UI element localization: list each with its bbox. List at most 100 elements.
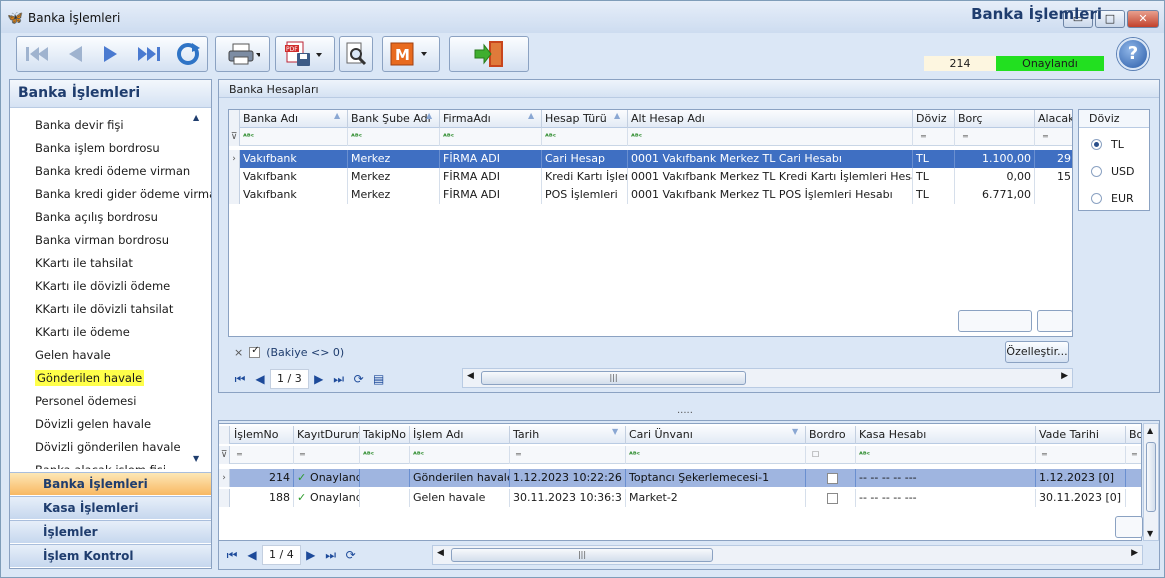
column-header[interactable]: TakipNo — [360, 426, 410, 444]
sidebar-item[interactable]: KKartı ile dövizli tahsilat — [10, 298, 211, 321]
bordro-checkbox[interactable] — [826, 472, 838, 484]
filter-cell[interactable]: ᴬᴮᶜ — [628, 128, 913, 146]
scroll-down-icon[interactable]: ▼ — [1147, 529, 1153, 538]
transactions-vscroll[interactable]: ▲ ▼ — [1143, 423, 1159, 541]
sidebar-item[interactable]: Banka devir fişi — [10, 114, 211, 137]
scroll-left-icon[interactable]: ◀ — [467, 371, 474, 381]
last-record-icon[interactable] — [134, 43, 164, 65]
filter-cell[interactable]: ═ — [510, 446, 626, 464]
filter-cell[interactable]: ═ — [231, 446, 294, 464]
refresh-icon[interactable] — [174, 42, 202, 66]
sidebar-item[interactable]: KKartı ile ödeme — [10, 321, 211, 344]
sidebar-item[interactable]: Banka alacak işlem fişi — [10, 459, 211, 469]
scroll-up-icon[interactable]: ▲ — [193, 113, 199, 122]
sidebar-item[interactable]: Banka kredi ödeme virman — [10, 160, 211, 183]
sidebar-item[interactable]: Gelen havale — [10, 344, 211, 367]
column-header[interactable]: KayıtDurumu — [294, 426, 360, 444]
sidebar-item[interactable]: Banka işlem bordrosu — [10, 137, 211, 160]
last-page-icon[interactable]: ⏭ — [329, 370, 349, 388]
column-header[interactable]: İşlemNo — [231, 426, 294, 444]
bordro-checkbox[interactable] — [826, 492, 838, 504]
column-header[interactable]: Bordro — [806, 426, 856, 444]
table-row[interactable]: 188✓ Onaylandı Gelen havale30.11.2023 10:… — [219, 489, 1141, 507]
nav-group-banka-islemleri[interactable]: Banka İşlemleri — [10, 472, 211, 495]
currency-option-usd[interactable]: USD — [1091, 165, 1135, 178]
filter-cell[interactable]: ═ — [1036, 446, 1126, 464]
next-record-icon[interactable] — [98, 43, 124, 65]
table-row[interactable]: › Vakıfbank Merkez FİRMA ADI Cari Hesap 0001 … — [229, 150, 1072, 168]
filter-cell[interactable]: ═ — [1126, 446, 1141, 464]
filter-cell[interactable]: ═ — [294, 446, 360, 464]
column-header[interactable]: Kasa Hesabı — [856, 426, 1036, 444]
filter-cell[interactable]: ᴬᴮᶜ — [626, 446, 806, 464]
accounts-hscroll[interactable]: ◀ ||| ▶ — [462, 368, 1073, 388]
filter-cell[interactable]: ═ — [913, 128, 955, 146]
sidebar-item[interactable]: Personel ödemesi — [10, 390, 211, 413]
column-header[interactable]: Alacak — [1035, 110, 1072, 128]
sidebar-item[interactable]: KKartı ile dövizli ödeme — [10, 275, 211, 298]
scroll-right-icon[interactable]: ▶ — [1061, 371, 1068, 381]
sidebar-item[interactable]: Dövizli gelen havale — [10, 413, 211, 436]
column-header[interactable]: FirmaAdı — [440, 110, 542, 128]
sidebar-item[interactable]: Dövizli gönderilen havale — [10, 436, 211, 459]
nav-group-islem-kontrol[interactable]: İşlem Kontrol — [10, 544, 211, 567]
bank-accounts-grid[interactable]: Banka Adı ▲ Bank Şube Adı ▲ FirmaAdı ▲ Hesap T… — [228, 109, 1073, 337]
table-row[interactable]: Vakıfbank Merkez FİRMA ADI Kredi Kartı İşle… — [229, 168, 1072, 186]
scroll-thumb[interactable]: ||| — [451, 548, 713, 562]
sidebar-item[interactable]: Banka virman bordrosu — [10, 229, 211, 252]
filter-cell[interactable]: ᴬᴮᶜ — [360, 446, 410, 464]
first-page-icon[interactable]: ⏮ — [222, 546, 242, 564]
first-page-icon[interactable]: ⏮ — [230, 370, 250, 388]
preview-button[interactable] — [339, 36, 373, 72]
last-page-icon[interactable]: ⏭ — [321, 546, 341, 564]
refresh-page-icon[interactable]: ⟳ — [349, 370, 369, 388]
column-header[interactable]: İşlem Adı — [410, 426, 510, 444]
filter-cell[interactable]: ᴬᴮᶜ — [542, 128, 628, 146]
currency-option-tl[interactable]: TL — [1091, 138, 1124, 151]
filter-text[interactable]: (Bakiye <> 0) — [266, 346, 344, 359]
filter-cell[interactable]: ☐ — [806, 446, 856, 464]
vscroll-thumb[interactable] — [1146, 442, 1156, 512]
export-icon[interactable]: ▤ — [369, 370, 389, 388]
table-row[interactable]: ›214✓ OnaylandıGönderilen havale1.12.202… — [219, 469, 1141, 487]
clear-filter-icon[interactable]: × — [234, 346, 243, 359]
transactions-grid[interactable]: İşlemNoKayıtDurumuTakipNoİşlem AdıTarih▼… — [219, 423, 1142, 541]
column-header[interactable]: Borç — [955, 110, 1035, 128]
nav-group-kasa-islemleri[interactable]: Kasa İşlemleri — [10, 496, 211, 519]
column-header[interactable]: Döviz — [913, 110, 955, 128]
exit-button[interactable] — [449, 36, 529, 72]
prev-page-icon[interactable]: ◀ — [242, 546, 262, 564]
column-header[interactable]: Borç — [1126, 426, 1141, 444]
filter-cell[interactable]: ᴬᴮᶜ — [348, 128, 440, 146]
column-header[interactable]: Banka Adı — [240, 110, 348, 128]
export-pdf-button[interactable]: PDF — [275, 36, 335, 72]
next-page-icon[interactable]: ▶ — [301, 546, 321, 564]
customize-button[interactable]: Özelleştir... — [1005, 341, 1069, 363]
table-row[interactable]: Vakıfbank Merkez FİRMA ADI POS İşlemleri 000… — [229, 186, 1072, 204]
close-button[interactable]: ✕ — [1127, 10, 1159, 28]
column-header[interactable]: Alt Hesap Adı — [628, 110, 913, 128]
splitter-handle[interactable]: ..... — [677, 405, 693, 416]
currency-option-eur[interactable]: EUR — [1091, 192, 1134, 205]
refresh-page-icon[interactable]: ⟳ — [341, 546, 361, 564]
scroll-down-icon[interactable]: ▼ — [193, 454, 199, 463]
filter-cell[interactable]: ᴬᴮᶜ — [440, 128, 542, 146]
sidebar-item[interactable]: Gönderilen havale — [10, 367, 211, 390]
column-header[interactable]: Tarih — [510, 426, 626, 444]
scroll-right-icon[interactable]: ▶ — [1131, 548, 1138, 558]
filter-cell[interactable]: ᴬᴮᶜ — [240, 128, 348, 146]
sidebar-item[interactable]: KKartı ile tahsilat — [10, 252, 211, 275]
print-button[interactable] — [215, 36, 270, 72]
filter-cell[interactable]: ᴬᴮᶜ — [410, 446, 510, 464]
transactions-hscroll[interactable]: ◀ ||| ▶ — [432, 545, 1143, 565]
next-page-icon[interactable]: ▶ — [309, 370, 329, 388]
scroll-left-icon[interactable]: ◀ — [437, 548, 444, 558]
sidebar-item[interactable]: Banka açılış bordrosu — [10, 206, 211, 229]
column-header[interactable]: Cari Ünvanı — [626, 426, 806, 444]
scroll-thumb[interactable]: ||| — [481, 371, 746, 385]
filter-cell[interactable]: ᴬᴮᶜ — [856, 446, 1036, 464]
filter-cell[interactable]: ═ — [1035, 128, 1072, 146]
filter-checkbox[interactable]: ✓ — [249, 345, 261, 358]
module-button[interactable]: M — [382, 36, 440, 72]
column-header[interactable]: Vade Tarihi — [1036, 426, 1126, 444]
